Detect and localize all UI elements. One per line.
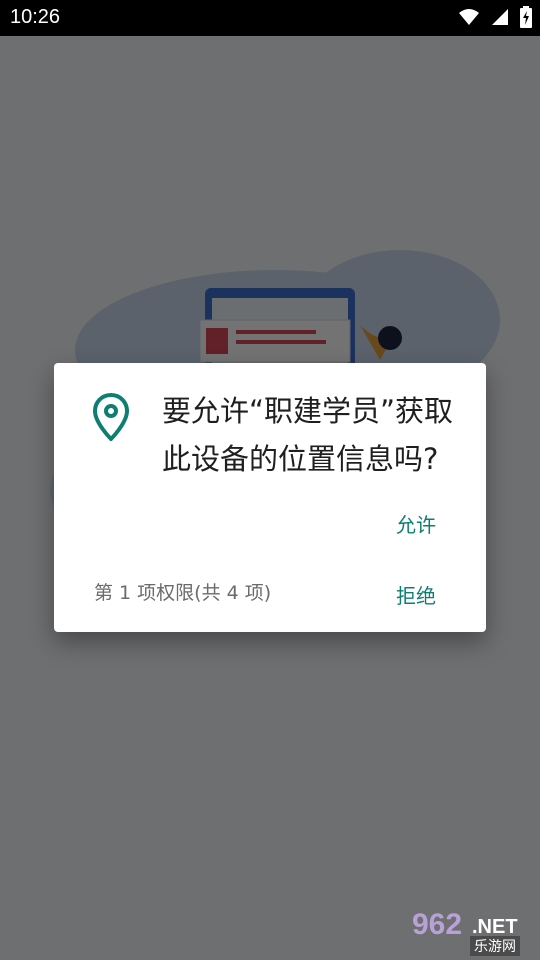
status-icons — [458, 6, 532, 28]
watermark-sub: 乐游网 — [470, 936, 520, 956]
watermark-number: 962 — [412, 908, 463, 941]
status-bar: 10:26 — [0, 0, 540, 36]
location-pin-icon — [92, 393, 130, 441]
permission-dialog: 要允许“职建学员”获取此设备的位置信息吗? 允许 第 1 项权限(共 4 项) … — [54, 363, 486, 632]
wifi-icon — [459, 9, 479, 25]
allow-button[interactable]: 允许 — [390, 505, 442, 542]
status-time: 10:26 — [10, 6, 61, 28]
watermark-logo: 962 .NET 乐游网 — [402, 908, 534, 956]
battery-icon — [520, 6, 532, 28]
signal-icon — [492, 9, 508, 25]
permission-count: 第 1 项权限(共 4 项) — [94, 582, 272, 604]
dialog-message: 要允许“职建学员”获取此设备的位置信息吗? — [162, 394, 454, 476]
deny-button[interactable]: 拒绝 — [390, 576, 442, 613]
